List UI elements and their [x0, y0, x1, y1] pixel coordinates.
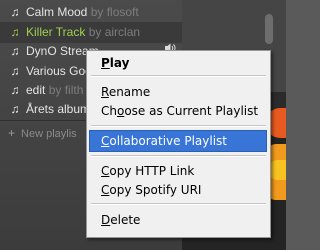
plus-icon: + — [8, 126, 16, 140]
menu-separator — [91, 155, 266, 157]
context-menu: Play Rename Choose as Current Playlist C… — [86, 50, 271, 238]
menu-separator — [91, 75, 266, 77]
playlist-owner: by flosoft — [90, 5, 139, 19]
music-note-icon: ♫ — [10, 102, 20, 116]
new-playlist-button[interactable]: + New playlis — [8, 126, 77, 140]
music-note-icon: ♫ — [10, 25, 20, 39]
menu-item-delete-label: elete — [110, 213, 141, 227]
playlist-item[interactable]: ♫ Calm Mood by flosoft — [0, 2, 182, 23]
menu-item-rename-mnemonic: R — [101, 85, 109, 99]
music-note-icon: ♫ — [10, 5, 20, 19]
menu-item-choose-label: ose as Current Playlist — [124, 104, 259, 118]
music-note-icon: ♫ — [10, 44, 20, 58]
menu-item-collaborative-playlist[interactable]: Collaborative Playlist — [101, 131, 227, 151]
menu-item-delete[interactable]: Delete — [101, 210, 140, 230]
menu-item-play[interactable]: Play — [101, 53, 129, 73]
music-note-icon: ♫ — [10, 64, 20, 78]
menu-separator — [91, 203, 266, 205]
menu-item-play-mnemonic: P — [101, 56, 110, 70]
menu-item-delete-mnemonic: D — [101, 213, 111, 227]
playlist-name: Various Goo — [26, 64, 92, 78]
menu-item-choose-prefix: Ch — [101, 104, 117, 118]
menu-separator — [91, 125, 266, 127]
new-playlist-label: New playlis — [21, 128, 77, 140]
menu-item-http-label: opy HTTP Link — [109, 164, 195, 178]
menu-item-copy-http-link[interactable]: Copy HTTP Link — [101, 161, 194, 181]
menu-item-choose-current-playlist[interactable]: Choose as Current Playlist — [101, 101, 258, 121]
playlist-name: edit — [26, 83, 46, 97]
menu-item-play-label: lay — [109, 56, 130, 70]
playlist-owner: by airclan — [88, 25, 141, 39]
playlist-name: Årets album — [26, 102, 91, 116]
menu-item-uri-label: opy Spotify URI — [109, 183, 202, 197]
menu-item-rename-label: ename — [108, 85, 151, 99]
playlist-item-active[interactable]: ♫ Killer Track by airclan — [0, 22, 182, 43]
playlist-name: Killer Track — [26, 25, 86, 39]
music-note-icon: ♫ — [10, 83, 20, 97]
menu-item-rename[interactable]: Rename — [101, 82, 150, 102]
playlist-name: Calm Mood — [26, 5, 88, 19]
scrollbar-thumb[interactable] — [265, 14, 273, 44]
menu-item-copy-spotify-uri[interactable]: Copy Spotify URI — [101, 180, 201, 200]
menu-item-collab-label: ollaborative Playlist — [109, 134, 227, 148]
playlist-owner: by filth — [48, 83, 84, 97]
